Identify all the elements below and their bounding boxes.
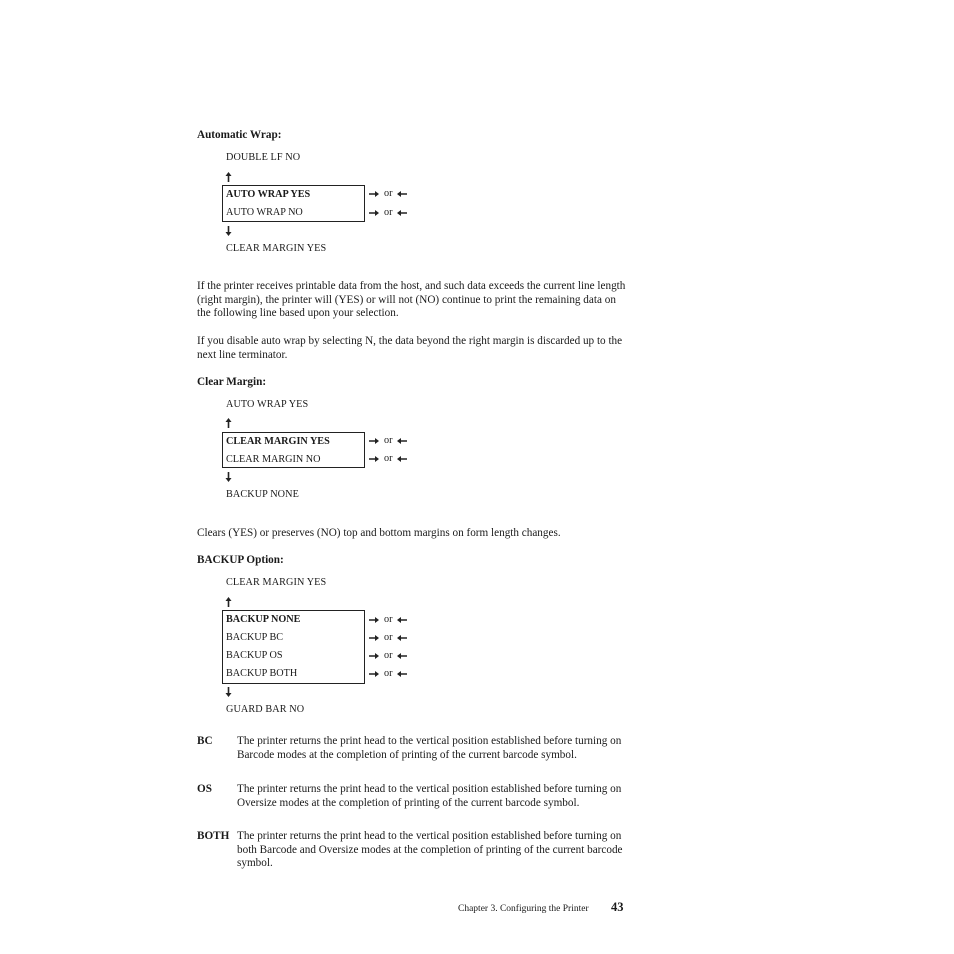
- menu-option-selected: BACKUP NONE: [226, 614, 301, 625]
- menu-option: BACKUP OS: [226, 650, 283, 661]
- or-label: or: [384, 632, 393, 643]
- arrow-right-icon: [369, 209, 379, 216]
- definition-term: BOTH: [197, 830, 230, 842]
- document-page: Automatic Wrap: DOUBLE LF NO AUTO WRAP Y…: [0, 0, 954, 954]
- arrow-left-icon: [396, 455, 407, 462]
- arrow-right-icon: [369, 670, 379, 677]
- section-heading-auto-wrap: Automatic Wrap:: [197, 129, 282, 141]
- footer-chapter-title: Chapter 3. Configuring the Printer: [458, 904, 589, 914]
- arrow-left-icon: [396, 652, 407, 659]
- next-menu-item: BACKUP NONE: [226, 489, 299, 500]
- arrow-up-icon: [225, 172, 232, 182]
- arrow-down-icon: [225, 687, 232, 697]
- arrow-right-icon: [369, 455, 379, 462]
- next-menu-item: CLEAR MARGIN YES: [226, 243, 327, 254]
- arrow-right-icon: [369, 634, 379, 641]
- section-heading-backup-option: BACKUP Option:: [197, 554, 284, 566]
- arrow-up-icon: [225, 597, 232, 607]
- menu-option: AUTO WRAP NO: [226, 207, 303, 218]
- arrow-right-icon: [369, 616, 379, 623]
- or-label: or: [384, 207, 393, 218]
- navigation-hint: or: [369, 667, 407, 680]
- clear-margin-options-box: CLEAR MARGIN YES CLEAR MARGIN NO: [222, 432, 365, 468]
- definition-term: OS: [197, 783, 212, 795]
- navigation-hint: or: [369, 206, 407, 219]
- page-number: 43: [611, 900, 624, 914]
- navigation-hint: or: [369, 631, 407, 644]
- navigation-hint: or: [369, 187, 407, 200]
- previous-menu-item: DOUBLE LF NO: [226, 152, 301, 163]
- menu-option: CLEAR MARGIN NO: [226, 454, 321, 465]
- navigation-hint: or: [369, 452, 407, 465]
- next-menu-item: GUARD BAR NO: [226, 704, 305, 715]
- menu-option: BACKUP BC: [226, 632, 284, 643]
- paragraph: Clears (YES) or preserves (NO) top and b…: [197, 527, 561, 539]
- or-label: or: [384, 435, 393, 446]
- or-label: or: [384, 668, 393, 679]
- arrow-down-icon: [225, 226, 232, 236]
- definition-text: The printer returns the print head to th…: [237, 735, 622, 761]
- or-label: or: [384, 453, 393, 464]
- or-label: or: [384, 188, 393, 199]
- arrow-right-icon: [369, 652, 379, 659]
- arrow-right-icon: [369, 190, 379, 197]
- arrow-left-icon: [396, 634, 407, 641]
- previous-menu-item: AUTO WRAP YES: [226, 399, 309, 410]
- arrow-left-icon: [396, 190, 407, 197]
- arrow-left-icon: [396, 670, 407, 677]
- definition-term: BC: [197, 735, 213, 747]
- definition-text: The printer returns the print head to th…: [237, 830, 623, 870]
- arrow-down-icon: [225, 472, 232, 482]
- auto-wrap-options-box: AUTO WRAP YES AUTO WRAP NO: [222, 185, 365, 222]
- definition-text: The printer returns the print head to th…: [237, 783, 622, 809]
- section-heading-clear-margin: Clear Margin:: [197, 376, 267, 388]
- navigation-hint: or: [369, 613, 407, 626]
- navigation-hint: or: [369, 649, 407, 662]
- arrow-up-icon: [225, 418, 232, 428]
- paragraph: If you disable auto wrap by selecting N,…: [197, 335, 623, 361]
- menu-option-selected: CLEAR MARGIN YES: [226, 436, 330, 447]
- arrow-left-icon: [396, 437, 407, 444]
- previous-menu-item: CLEAR MARGIN YES: [226, 577, 327, 588]
- arrow-left-icon: [396, 616, 407, 623]
- paragraph: If the printer receives printable data f…: [197, 280, 626, 320]
- arrow-right-icon: [369, 437, 379, 444]
- or-label: or: [384, 650, 393, 661]
- arrow-left-icon: [396, 209, 407, 216]
- backup-options-box: BACKUP NONE BACKUP BC BACKUP OS BACKUP B…: [222, 610, 365, 684]
- menu-option-selected: AUTO WRAP YES: [226, 189, 311, 200]
- navigation-hint: or: [369, 434, 407, 447]
- menu-option: BACKUP BOTH: [226, 668, 298, 679]
- or-label: or: [384, 614, 393, 625]
